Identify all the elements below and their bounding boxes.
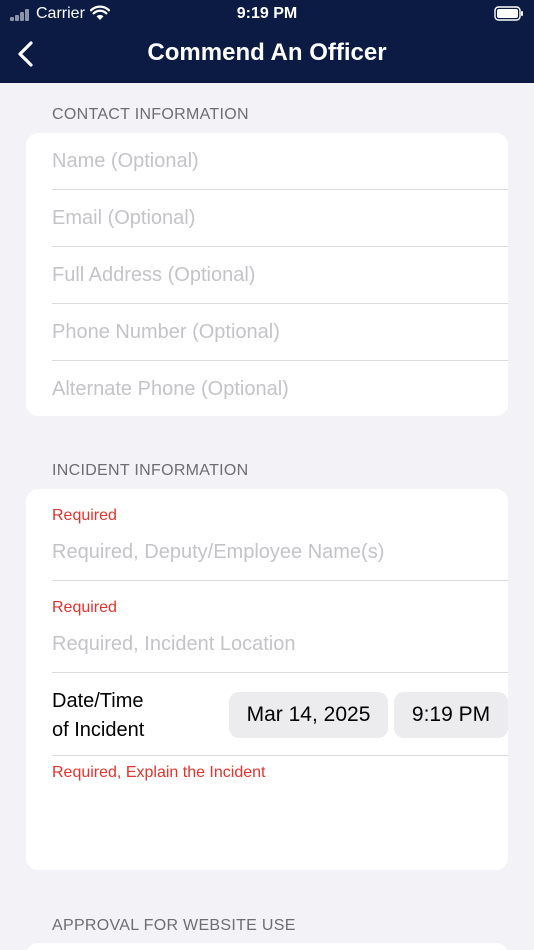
approval-section-header: APPROVAL FOR WEBSITE USE	[52, 917, 296, 934]
datetime-label: Date/Time of Incident	[52, 687, 144, 745]
explain-incident-textarea[interactable]	[52, 786, 482, 866]
incident-card: Required Required Date/Time of Incident …	[26, 489, 508, 870]
location-required-label: Required	[52, 599, 117, 616]
page-title: Commend An Officer	[147, 39, 387, 66]
battery-icon	[494, 6, 523, 21]
alternate-phone-field-row	[52, 361, 508, 416]
approval-card	[26, 943, 508, 950]
incident-section-header: INCIDENT INFORMATION	[52, 462, 249, 479]
address-input[interactable]	[52, 247, 508, 303]
datetime-row: Date/Time of Incident Mar 14, 2025 9:19 …	[52, 673, 508, 756]
navigation-bar: Carrier 9:19 PM Commend An Officer	[0, 0, 534, 83]
employee-field-row: Required	[52, 489, 508, 581]
explain-field-row: Required, Explain the Incident	[52, 756, 508, 869]
alternate-phone-input[interactable]	[52, 361, 508, 416]
incident-location-input[interactable]	[52, 627, 508, 661]
address-field-row	[52, 247, 508, 304]
time-picker-button[interactable]: 9:19 PM	[394, 692, 508, 738]
contact-section-header: CONTACT INFORMATION	[52, 106, 249, 123]
datetime-label-line1: Date/Time	[52, 690, 144, 712]
datetime-label-line2: of Incident	[52, 719, 145, 741]
explain-required-label: Required, Explain the Incident	[52, 764, 266, 781]
employee-required-label: Required	[52, 507, 117, 524]
email-field-row	[52, 190, 508, 247]
name-input[interactable]	[52, 133, 508, 189]
name-field-row	[52, 133, 508, 190]
phone-field-row	[52, 304, 508, 361]
location-field-row: Required	[52, 581, 508, 673]
status-time: 9:19 PM	[236, 5, 298, 22]
phone-input[interactable]	[52, 304, 508, 360]
email-input[interactable]	[52, 190, 508, 246]
date-picker-button[interactable]: Mar 14, 2025	[229, 692, 388, 738]
employee-name-input[interactable]	[52, 535, 508, 569]
status-bar: Carrier 9:19 PM	[0, 0, 534, 28]
contact-card	[26, 133, 508, 416]
